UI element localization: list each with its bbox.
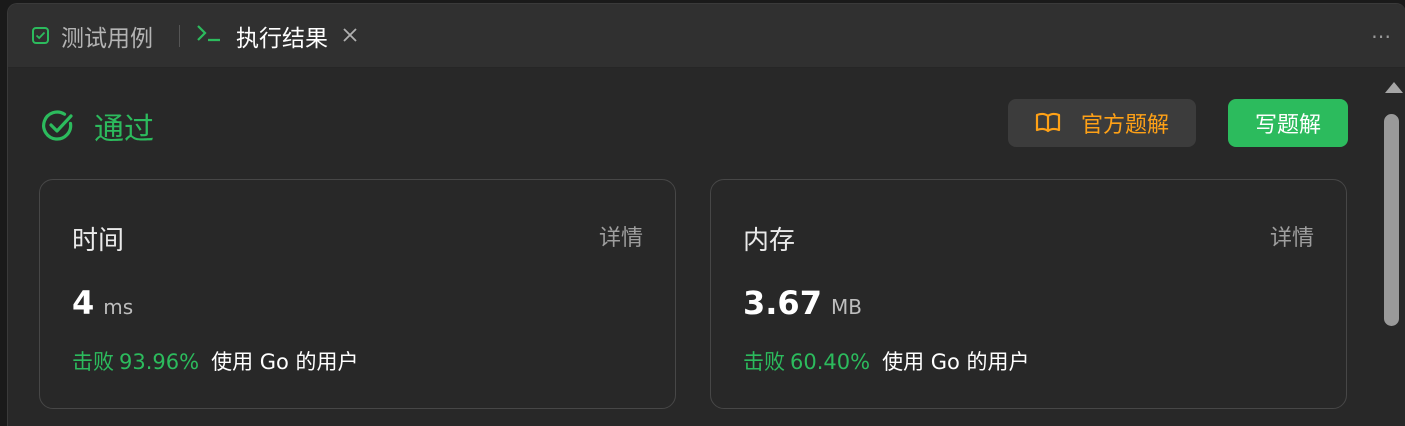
terminal-icon — [196, 23, 222, 49]
check-circle-icon — [42, 110, 73, 141]
runtime-number: 4 — [72, 284, 95, 322]
official-solution-button[interactable]: 官方题解 — [1008, 99, 1196, 147]
result-panel: 测试用例 执行结果 ⋯ 通过 官方题解 写题解 时间 详情 4 ms 击败 93… — [7, 3, 1405, 426]
runtime-beat-summary: 击败 93.96% 使用 Go 的用户 — [72, 346, 359, 376]
memory-number: 3.67 — [743, 284, 822, 322]
close-icon[interactable] — [342, 23, 358, 49]
memory-card: 内存 详情 3.67 MB 击败 60.40% 使用 Go 的用户 — [710, 179, 1347, 409]
memory-detail-link[interactable]: 详情 — [1270, 220, 1314, 252]
tab-bar: 测试用例 执行结果 ⋯ — [8, 4, 1405, 68]
checkbox-icon — [32, 27, 49, 44]
runtime-value: 4 ms — [72, 284, 133, 322]
memory-beat-summary: 击败 60.40% 使用 Go 的用户 — [743, 346, 1030, 376]
more-icon[interactable]: ⋯ — [1371, 24, 1392, 48]
tab-label: 执行结果 — [236, 25, 328, 52]
runtime-unit: ms — [103, 295, 134, 319]
scrollbar-thumb[interactable] — [1384, 114, 1399, 326]
scroll-up-arrow-icon[interactable] — [1385, 82, 1403, 93]
tab-results[interactable]: 执行结果 — [196, 4, 358, 67]
scrollbar[interactable] — [1378, 68, 1405, 426]
memory-value: 3.67 MB — [743, 284, 862, 322]
official-solution-label: 官方题解 — [1080, 113, 1169, 138]
memory-unit: MB — [830, 295, 862, 319]
beat-percent: 60.40% — [790, 350, 871, 374]
write-solution-label: 写题解 — [1254, 113, 1321, 138]
book-icon — [1035, 112, 1061, 133]
time-detail-link[interactable]: 详情 — [599, 220, 643, 252]
beat-percent: 93.96% — [119, 350, 200, 374]
tab-label: 测试用例 — [61, 25, 153, 52]
card-title: 时间 — [72, 226, 125, 256]
time-card: 时间 详情 4 ms 击败 93.96% 使用 Go 的用户 — [39, 179, 676, 409]
tab-test-cases[interactable]: 测试用例 — [32, 4, 153, 67]
content-area: 通过 官方题解 写题解 时间 详情 4 ms 击败 93.96% 使用 Go 的… — [8, 68, 1405, 426]
status-text: 通过 — [94, 112, 154, 147]
beat-label: 击败 — [743, 350, 785, 374]
beat-description: 使用 Go 的用户 — [211, 350, 359, 374]
write-solution-button[interactable]: 写题解 — [1228, 99, 1348, 147]
status-badge: 通过 — [40, 104, 154, 148]
beat-label: 击败 — [72, 350, 114, 374]
tab-divider — [179, 25, 180, 47]
beat-description: 使用 Go 的用户 — [882, 350, 1030, 374]
card-title: 内存 — [743, 226, 796, 256]
